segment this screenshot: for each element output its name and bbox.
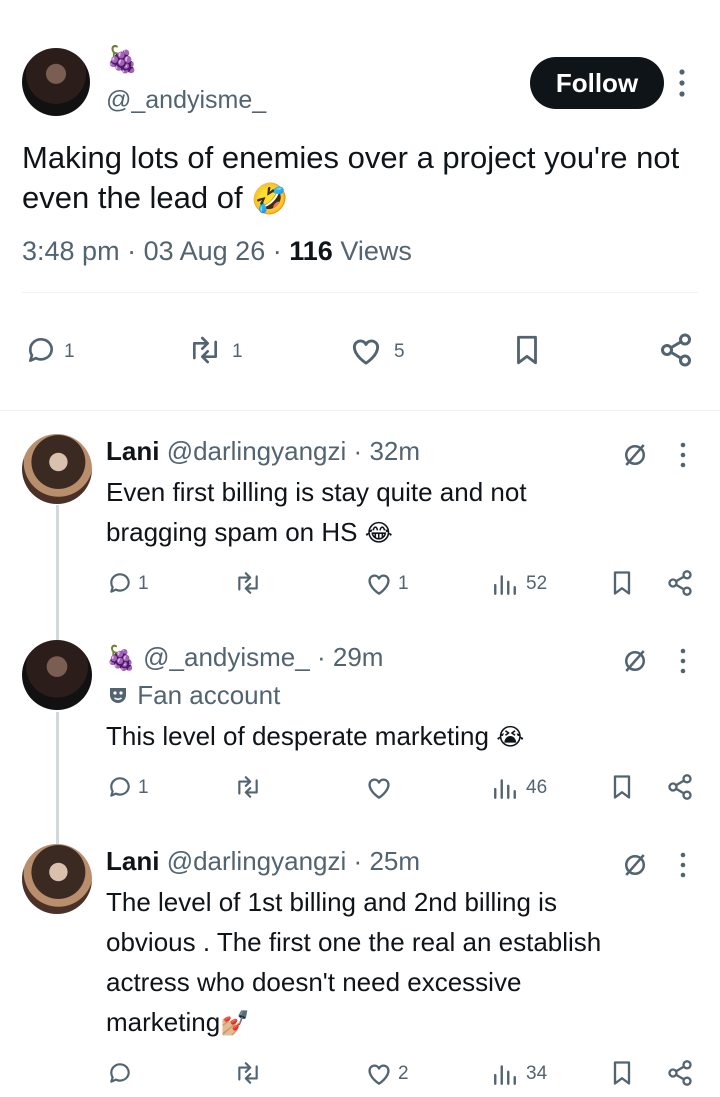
bookmark-icon[interactable] (610, 1059, 634, 1087)
reply-time: 29m (332, 642, 384, 672)
thread-line (56, 712, 59, 844)
reply-avatar[interactable] (22, 640, 92, 710)
reply-avatar[interactable] (22, 434, 92, 504)
reply-author-handle[interactable]: @darlingyangzi (167, 846, 347, 876)
views-count: 34 (526, 1063, 548, 1084)
meta-separator: · (353, 436, 363, 466)
post-time: 3:48 pm (22, 236, 120, 266)
reply-header: 🍇 @_andyisme_ · 29m (106, 642, 383, 673)
like-count: 5 (394, 341, 405, 362)
reply-author-handle[interactable]: @darlingyangzi (167, 436, 347, 466)
reply-icon[interactable] (106, 774, 134, 800)
repost-icon[interactable] (232, 570, 264, 596)
reply-icon[interactable] (106, 1060, 134, 1086)
reply-text-line: The level of 1st billing and 2nd billing… (106, 887, 557, 917)
reply-text: The level of 1st billing and 2nd billing… (106, 882, 716, 1044)
reply-icon[interactable] (24, 334, 58, 366)
share-icon[interactable] (666, 1059, 694, 1087)
divider (22, 292, 698, 293)
meta-separator: · (272, 236, 282, 266)
reply-text-line: actress who doesn't need excessive (106, 967, 522, 997)
reply-text: This level of desperate marketing 😭 (106, 716, 706, 758)
reply-header: Lani @darlingyangzi · 25m (106, 846, 420, 877)
more-options-icon[interactable] (676, 66, 688, 100)
post-date: 03 Aug 26 (143, 236, 266, 266)
reply-header: Lani @darlingyangzi · 32m (106, 436, 420, 467)
crying-emoji: 😭 (496, 724, 525, 752)
views-count: 116 (289, 236, 333, 266)
reply-text-span: bragging spam on HS (106, 517, 358, 547)
thread-line (56, 505, 59, 640)
reply-author-handle[interactable]: @_andyisme_ (143, 642, 310, 672)
repost-icon[interactable] (232, 774, 264, 800)
reply-count: 1 (138, 573, 149, 594)
reply-text-line: Even first billing is stay quite and not (106, 477, 527, 507)
reply-avatar[interactable] (22, 844, 92, 914)
reply-time: 32m (369, 436, 421, 466)
repost-icon[interactable] (186, 334, 224, 366)
grape-emoji: 🍇 (106, 645, 136, 672)
reply-icon[interactable] (106, 570, 134, 596)
author-badge-emoji: 🍇 (106, 44, 139, 74)
reply-text: Even first billing is stay quite and not… (106, 472, 706, 554)
author-avatar[interactable] (22, 48, 90, 116)
views-label: Views (340, 236, 412, 266)
like-icon[interactable] (348, 334, 384, 366)
reply-count: 1 (64, 341, 75, 362)
views-icon[interactable] (492, 776, 518, 800)
post-meta: 3:48 pm · 03 Aug 26 · 116 Views (22, 236, 412, 267)
meta-separator: · (127, 236, 137, 266)
like-count: 1 (398, 573, 409, 594)
share-icon[interactable] (658, 332, 694, 368)
nail-polish-emoji: 💅🏼 (220, 1010, 251, 1038)
bookmark-icon[interactable] (610, 773, 634, 801)
more-options-icon[interactable] (678, 646, 688, 676)
section-divider (0, 410, 720, 411)
author-handle[interactable]: @_andyisme_ (106, 86, 266, 115)
more-options-icon[interactable] (678, 850, 688, 880)
reply-author-name[interactable]: Lani (106, 846, 159, 876)
post-text: Making lots of enemies over a project yo… (22, 138, 702, 220)
share-icon[interactable] (666, 773, 694, 801)
like-icon[interactable] (364, 570, 394, 596)
like-count: 2 (398, 1063, 409, 1084)
views-count: 52 (526, 573, 548, 594)
follow-button[interactable]: Follow (530, 57, 664, 109)
meta-separator: · (353, 846, 363, 876)
reply-text-line: bragging spam on HS 😂 (106, 512, 706, 554)
joy-emoji: 😂 (364, 520, 393, 548)
like-icon[interactable] (364, 774, 394, 800)
laughing-emoji: 🤣 (251, 182, 289, 216)
post-text-body: Making lots of enemies over a project yo… (22, 140, 680, 215)
views-count: 46 (526, 777, 548, 798)
grok-icon[interactable] (620, 850, 650, 880)
reply-text-line: marketing💅🏼 (106, 1002, 716, 1044)
reply-count: 1 (138, 777, 149, 798)
reply-text-span: marketing (106, 1007, 221, 1037)
more-options-icon[interactable] (678, 440, 688, 470)
mask-icon (106, 683, 130, 707)
bookmark-icon[interactable] (512, 333, 542, 367)
repost-icon[interactable] (232, 1060, 264, 1086)
reply-author-name[interactable]: Lani (106, 436, 159, 466)
reply-time: 25m (369, 846, 421, 876)
fan-account-label: Fan account (106, 680, 280, 711)
meta-separator: · (316, 642, 326, 672)
share-icon[interactable] (666, 569, 694, 597)
repost-count: 1 (232, 341, 243, 362)
grok-icon[interactable] (620, 646, 650, 676)
views-icon[interactable] (492, 1062, 518, 1086)
bookmark-icon[interactable] (610, 569, 634, 597)
like-icon[interactable] (364, 1060, 394, 1086)
reply-text-span: This level of desperate marketing (106, 721, 489, 751)
reply-text-line: obvious . The first one the real an esta… (106, 927, 602, 957)
grok-icon[interactable] (620, 440, 650, 470)
fan-account-text: Fan account (137, 680, 281, 710)
views-icon[interactable] (492, 572, 518, 596)
